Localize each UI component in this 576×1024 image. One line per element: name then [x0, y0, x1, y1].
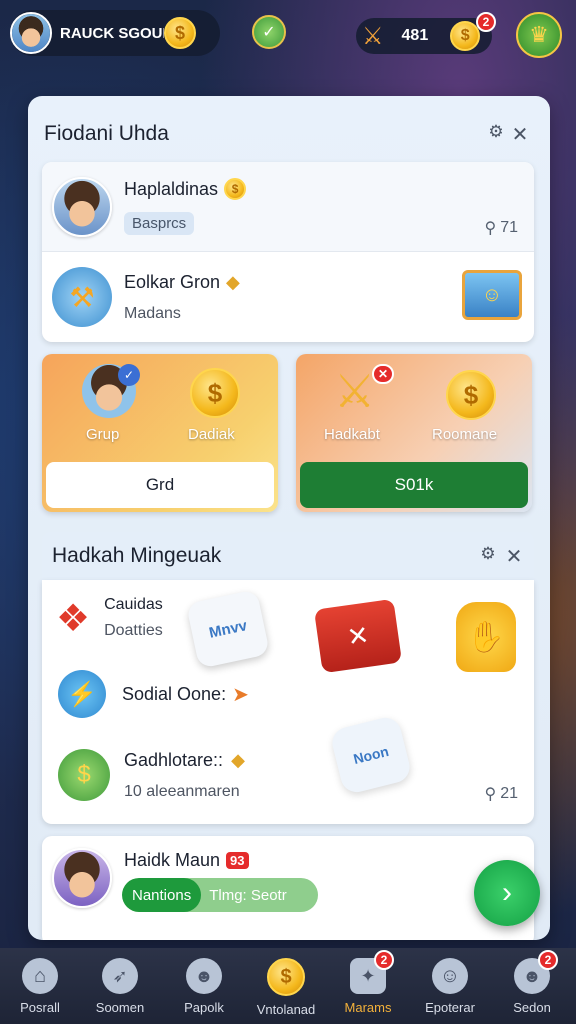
list-item[interactable]: Haplaldinas $ Basprcs ⚲ 71 — [42, 162, 534, 252]
arrow-icon: ➤ — [232, 683, 249, 706]
hammer-icon: ⚒ — [52, 267, 112, 327]
rocket-icon: ➶ — [102, 958, 138, 994]
nav-label: Papolk — [184, 1000, 224, 1015]
close-icon[interactable]: ✕ — [508, 122, 532, 146]
level-badge: 93 — [226, 852, 249, 869]
friend-sub: Madans — [124, 304, 181, 322]
nav-label: Posrall — [20, 1000, 60, 1015]
section-title: Hadkah Mingeuak — [52, 544, 222, 567]
crown-icon[interactable]: ♛ — [516, 12, 562, 58]
list-item[interactable]: ⚡ Sodial Oone: ➤ — [42, 664, 534, 724]
nav-item-posrall[interactable]: ⌂ Posrall — [0, 948, 80, 1024]
battle-button[interactable]: S01k — [300, 462, 528, 508]
nav-label: Soomen — [95, 1000, 145, 1015]
group-tile[interactable]: ✓ $ Grup Dadiak Grd — [42, 354, 278, 512]
coin-icon: $ — [446, 370, 496, 420]
nav-label: Epoterar — [425, 1000, 475, 1015]
player-avatar[interactable] — [10, 12, 52, 54]
list-item[interactable]: ⚒ Eolkar Gron ◆ Madans ☺ — [42, 252, 534, 342]
item-title: Sodial Oone: — [122, 683, 227, 704]
coin-icon: $ — [267, 958, 305, 996]
nav-badge: 2 — [374, 950, 394, 970]
verified-icon: ✓ — [118, 364, 140, 386]
glove-icon[interactable]: ✋ — [456, 602, 516, 672]
bottom-nav: ⌂ Posrall ➶ Soomen ☻ Papolk $ Vntolanad … — [0, 948, 576, 1024]
friend-tag: Basprcs — [124, 212, 195, 235]
settings-icon[interactable]: ⚙ — [476, 542, 500, 566]
sticker-text: Mnvv — [207, 616, 249, 642]
friend-count-value: 71 — [500, 219, 518, 236]
item-title: Gadhlotare:: — [124, 749, 224, 770]
nav-badge: 2 — [538, 950, 558, 970]
status-pill-right: Tlmg: Seotr — [209, 886, 287, 904]
panel-title: Fiodani Uhda — [44, 122, 169, 145]
tile-label-right: Dadiak — [188, 426, 235, 443]
nav-item-papolk[interactable]: ☻ Papolk — [164, 948, 244, 1024]
item-sub: Doatties — [104, 622, 163, 639]
chest-icon[interactable]: ✕ — [313, 598, 403, 674]
friend-name: Eolkar Gron — [124, 271, 221, 292]
nav-item-marams[interactable]: ✦ Marams 2 — [328, 948, 408, 1024]
laptop-icon[interactable]: ☺ — [462, 270, 522, 320]
sword-icon: ⚔ — [362, 22, 384, 50]
chevron-right-icon: › — [502, 876, 512, 909]
group-button[interactable]: Grd — [46, 462, 274, 508]
tile-label-left: Hadkabt — [324, 426, 380, 443]
user-icon: ☻ — [186, 958, 222, 994]
shield-icon[interactable]: ✓ — [252, 15, 286, 49]
nav-label: Vntolanad — [256, 1002, 316, 1017]
item-sub: 10 aleeanmaren — [124, 782, 240, 800]
settings-icon[interactable]: ⚙ — [484, 120, 508, 144]
tile-label-right: Roomane — [432, 426, 498, 443]
player-card[interactable]: Haidk Maun 93 Nantions Tlmg: Seotr — [42, 836, 534, 940]
gift-box-icon: ❖ — [56, 597, 91, 640]
search-icon: ⚲ — [484, 786, 497, 803]
friend-count: ⚲ 71 — [484, 218, 518, 238]
nav-label: Sedon — [513, 1000, 551, 1015]
list-item[interactable]: $ Gadhlotare:: ◆ 10 aleeanmaren ⚲ 21 — [42, 740, 534, 810]
friends-card: Haplaldinas $ Basprcs ⚲ 71 ⚒ Eolkar Gron… — [42, 162, 534, 342]
item-title: Cauidas — [104, 596, 163, 613]
resource-badge: 2 — [476, 12, 496, 32]
nav-item-epoterar[interactable]: ☺ Epoterar — [410, 948, 490, 1024]
gold-icon: ◆ — [231, 749, 245, 770]
status-pill-left: Nantions — [122, 878, 202, 912]
nav-label: Marams — [344, 1000, 392, 1015]
top-bar: RAUCK SGOUP $ ✓ ⚔ 481 $ 2 ♛ — [0, 0, 576, 72]
tile-label-left: Grup — [86, 426, 120, 443]
close-icon[interactable]: ✕ — [502, 544, 526, 568]
player-pill[interactable]: RAUCK SGOUP $ — [10, 10, 220, 56]
player-name: RAUCK SGOUP — [60, 24, 164, 42]
section-card: ❖ Cauidas Doatties Mnvv ✕ ✋ ⚡ Sodial Oon… — [42, 580, 534, 824]
search-icon: ⚲ — [484, 220, 497, 237]
home-icon: ⌂ — [22, 958, 58, 994]
resource-counter[interactable]: ⚔ 481 $ — [356, 18, 492, 54]
coin-icon: $ — [164, 17, 196, 49]
nav-item-sedon[interactable]: ☻ Sedon 2 — [492, 948, 572, 1024]
close-badge: ✕ — [372, 364, 395, 384]
next-button[interactable]: › — [474, 860, 540, 926]
coin-icon: $ — [224, 178, 247, 200]
nav-item-soomen[interactable]: ➶ Soomen — [80, 948, 160, 1024]
friends-panel: Fiodani Uhda ⚙ ✕ Haplaldinas $ Basprcs ⚲… — [28, 96, 550, 940]
nav-item-vntolanad[interactable]: $ Vntolanad — [246, 948, 326, 1024]
gift-icon: ◆ — [226, 271, 240, 292]
friend-name: Haplaldinas — [124, 178, 219, 199]
resource-value: 481 — [401, 27, 429, 44]
coin-bag-icon: $ — [58, 749, 110, 801]
item-count: ⚲ 21 — [484, 784, 518, 804]
avatar — [52, 848, 112, 908]
lightning-icon: ⚡ — [58, 670, 106, 718]
item-count-value: 21 — [500, 785, 518, 802]
status-pill[interactable]: Nantions Tlmg: Seotr — [122, 878, 318, 912]
coin-icon: $ — [190, 368, 240, 418]
sticker[interactable]: Mnvv — [185, 589, 271, 669]
avatar — [52, 176, 112, 237]
battle-tile[interactable]: ⚔ ✕ $ Hadkabt Roomane S01k — [296, 354, 532, 512]
swords-icon: ⚔ — [334, 365, 376, 417]
smile-icon: ☺ — [432, 958, 468, 994]
section-header: Hadkah Mingeuak ⚙ ✕ — [42, 532, 534, 580]
player-name: Haidk Maun — [124, 850, 221, 870]
